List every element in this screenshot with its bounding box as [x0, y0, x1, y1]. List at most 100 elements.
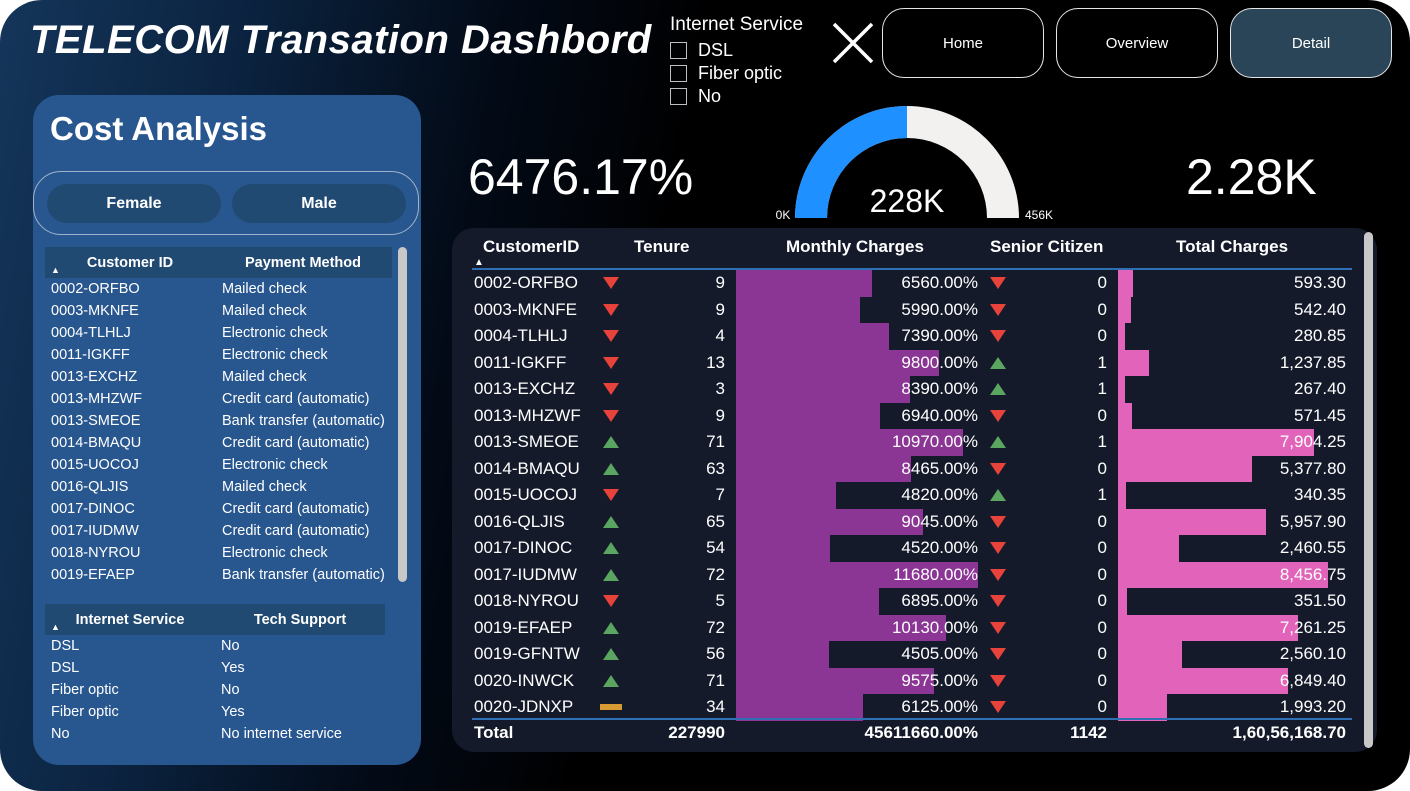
up-arrow-icon: [990, 383, 1006, 396]
table-row[interactable]: 0020-JDNXP 34 6125.00% 0 1,993.20: [452, 694, 1352, 721]
column-header-tech-support[interactable]: Tech Support: [215, 604, 385, 635]
column-header-senior-citizen[interactable]: Senior Citizen: [990, 237, 1103, 257]
scrollbar[interactable]: [1364, 232, 1373, 748]
column-header-tenure[interactable]: Tenure: [634, 237, 689, 257]
table-row[interactable]: 0019-GFNTW 56 4505.00% 0 2,560.10: [452, 641, 1352, 668]
table-row[interactable]: 0013-SMEOE 71 10970.00% 1 7,904.25: [452, 429, 1352, 456]
tenure-cell: 71: [706, 432, 725, 452]
table-row[interactable]: 0015-UOCOJ Electronic check: [45, 454, 392, 476]
table-row[interactable]: 0003-MKNFE 9 5990.00% 0 542.40: [452, 296, 1352, 323]
table-row[interactable]: 0003-MKNFE Mailed check: [45, 300, 392, 322]
tenure-cell: 4: [715, 326, 725, 346]
table-row[interactable]: 0019-EFAEP Bank transfer (automatic): [45, 564, 392, 586]
table-row[interactable]: 0013-SMEOE Bank transfer (automatic): [45, 410, 392, 432]
table-row[interactable]: 0017-DINOC Credit card (automatic): [45, 498, 392, 520]
customer-id-cell: 0013-EXCHZ: [474, 379, 576, 399]
tenure-cell: 63: [706, 458, 725, 478]
cell: Credit card (automatic): [222, 523, 370, 539]
table-row[interactable]: DSL No: [45, 635, 385, 657]
sort-ascending-icon[interactable]: ▲: [474, 257, 484, 268]
table-row[interactable]: 0013-MHZWF 9 6940.00% 0 571.45: [452, 402, 1352, 429]
home-button[interactable]: Home: [882, 8, 1044, 78]
sort-ascending-icon[interactable]: ▲: [51, 622, 60, 632]
table-row[interactable]: No No internet service: [45, 723, 385, 745]
female-button[interactable]: Female: [47, 184, 221, 223]
overview-button[interactable]: Overview: [1056, 8, 1218, 78]
tenure-indicator: [600, 668, 622, 695]
table-row[interactable]: DSL Yes: [45, 657, 385, 679]
total-charges-cell: 2,560.10: [1279, 644, 1346, 664]
scrollbar[interactable]: [398, 247, 407, 582]
table-row[interactable]: 0016-QLJIS 65 9045.00% 0 5,957.90: [452, 508, 1352, 536]
table-row[interactable]: 0014-BMAQU Credit card (automatic): [45, 432, 392, 454]
monthly-charges-cell: 8390.00%: [901, 379, 978, 399]
clear-filter-close-icon[interactable]: [830, 20, 876, 66]
column-header-payment-method[interactable]: Payment Method: [215, 247, 391, 278]
checkbox-icon[interactable]: [670, 88, 687, 105]
slicer-option-fiber-optic[interactable]: Fiber optic: [670, 62, 803, 85]
table-header: Internet Service Tech Support ▲: [45, 604, 385, 635]
table-row[interactable]: 0004-TLHLJ 4 7390.00% 0 280.85: [452, 323, 1352, 350]
tenure-cell: 54: [706, 538, 725, 558]
down-arrow-icon: [603, 383, 619, 396]
table-row[interactable]: 0013-EXCHZ 3 8390.00% 1 267.40: [452, 376, 1352, 403]
sort-ascending-icon[interactable]: ▲: [51, 265, 60, 275]
down-arrow-icon: [990, 595, 1006, 608]
table-row[interactable]: 0018-NYROU Electronic check: [45, 542, 392, 564]
table-row[interactable]: 0017-DINOC 54 4520.00% 0 2,460.55: [452, 535, 1352, 562]
gender-slicer: Female Male: [33, 171, 419, 235]
cell: 0011-IGKFF: [51, 347, 130, 363]
table-row[interactable]: 0018-NYROU 5 6895.00% 0 351.50: [452, 588, 1352, 615]
senior-citizen-cell: 1: [1097, 379, 1107, 399]
tenure-indicator: [600, 615, 622, 642]
customer-id-cell: 0017-IUDMW: [474, 564, 577, 584]
table-row[interactable]: 0002-ORFBO Mailed check: [45, 278, 392, 300]
cell: No internet service: [221, 726, 342, 742]
tenure-cell: 34: [706, 697, 725, 717]
senior-indicator: [987, 270, 1009, 297]
slicer-option-label: DSL: [698, 40, 734, 60]
total-charges-cell: 571.45: [1294, 405, 1346, 425]
table-row[interactable]: 0013-MHZWF Credit card (automatic): [45, 388, 392, 410]
column-header-total-charges[interactable]: Total Charges: [1176, 237, 1288, 257]
column-header-customer-id[interactable]: Customer ID: [45, 247, 215, 278]
customer-id-cell: 0020-JDNXP: [474, 697, 574, 717]
table-row[interactable]: 0013-EXCHZ Mailed check: [45, 366, 392, 388]
table-row[interactable]: Fiber optic No: [45, 679, 385, 701]
table-row[interactable]: 0015-UOCOJ 7 4820.00% 1 340.35: [452, 482, 1352, 509]
total-charges-cell: 8,456.75: [1279, 564, 1346, 584]
table-row[interactable]: 0011-IGKFF Electronic check: [45, 344, 392, 366]
column-header-internet-service[interactable]: Internet Service: [45, 604, 215, 635]
table-row[interactable]: 0011-IGKFF 13 9800.00% 1 1,237.85: [452, 349, 1352, 376]
slicer-option-dsl[interactable]: DSL: [670, 39, 803, 62]
monthly-charges-cell: 6560.00%: [901, 273, 978, 293]
down-arrow-icon: [603, 356, 619, 369]
column-header-customerid[interactable]: CustomerID: [483, 237, 579, 257]
detail-button[interactable]: Detail: [1230, 8, 1392, 78]
table-row[interactable]: 0019-EFAEP 72 10130.00% 0 7,261.25: [452, 614, 1352, 642]
down-arrow-icon: [990, 330, 1006, 343]
tenure-indicator: [600, 323, 622, 350]
customer-id-cell: 0019-GFNTW: [474, 644, 580, 664]
column-header-monthly-charges[interactable]: Monthly Charges: [786, 237, 924, 257]
male-button[interactable]: Male: [232, 184, 406, 223]
cell: Fiber optic: [51, 704, 119, 720]
senior-indicator: [987, 323, 1009, 350]
table-row[interactable]: 0020-INWCK 71 9575.00% 0 6,849.40: [452, 667, 1352, 695]
flat-dash-icon: [600, 704, 622, 711]
senior-indicator: [987, 694, 1009, 721]
tenure-indicator: [600, 482, 622, 509]
table-row[interactable]: 0014-BMAQU 63 8465.00% 0 5,377.80: [452, 455, 1352, 482]
table-row[interactable]: 0002-ORFBO 9 6560.00% 0 593.30: [452, 270, 1352, 297]
senior-indicator: [987, 509, 1009, 536]
totals-label: Total: [474, 723, 514, 742]
table-header: CustomerID Tenure Monthly Charges Senior…: [452, 228, 1352, 269]
checkbox-icon[interactable]: [670, 42, 687, 59]
table-row[interactable]: 0016-QLJIS Mailed check: [45, 476, 392, 498]
table-row[interactable]: 0017-IUDMW Credit card (automatic): [45, 520, 392, 542]
total-charges-cell: 5,377.80: [1279, 458, 1346, 478]
table-row[interactable]: 0017-IUDMW 72 11680.00% 0 8,456.75: [452, 561, 1352, 588]
table-row[interactable]: 0004-TLHLJ Electronic check: [45, 322, 392, 344]
table-row[interactable]: Fiber optic Yes: [45, 701, 385, 723]
checkbox-icon[interactable]: [670, 65, 687, 82]
